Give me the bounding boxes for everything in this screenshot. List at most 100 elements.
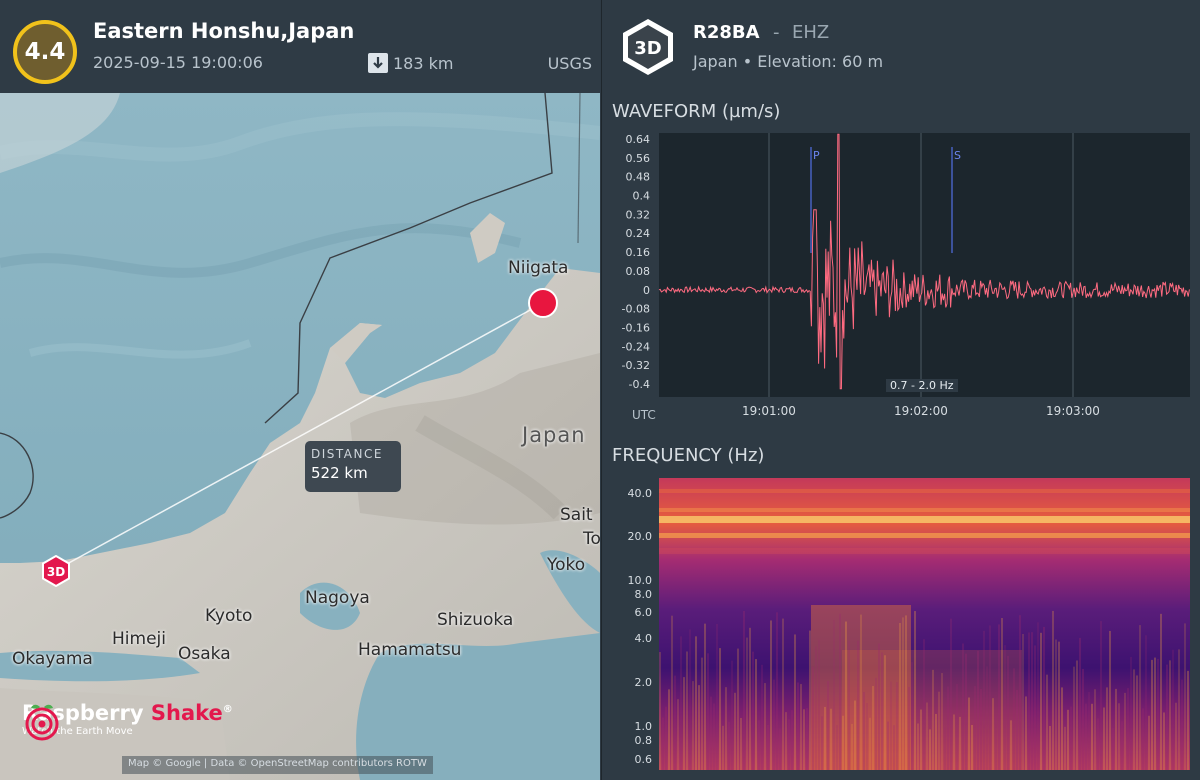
distance-tooltip: DISTANCE 522 km	[305, 441, 401, 492]
spectral-streak	[1163, 712, 1165, 770]
spectral-streak	[1055, 639, 1057, 770]
spectral-streak	[1028, 632, 1030, 770]
spectral-streak	[893, 725, 895, 770]
epicenter-marker[interactable]	[528, 288, 558, 318]
station-marker[interactable]: 3D	[40, 555, 72, 587]
spectrogram-y-ticks: 40.0 20.0 10.08.0 6.0 4.0 2.0 1.00.8 0.6	[628, 487, 653, 766]
spectral-streak	[1121, 721, 1123, 770]
arrow-down-icon	[368, 53, 388, 73]
y-tick-label: -0.32	[622, 359, 650, 372]
spectral-streak	[716, 623, 718, 770]
city-label: Osaka	[178, 644, 231, 664]
spectral-streak	[1082, 668, 1084, 770]
spectral-streak	[1013, 668, 1015, 770]
y-tick-label: 0.56	[626, 152, 651, 165]
spectral-streak	[965, 653, 967, 770]
map-attribution[interactable]: Map © Google | Data © OpenStreetMap cont…	[122, 756, 433, 774]
spectral-streak	[1067, 709, 1069, 770]
spectral-streak	[971, 724, 973, 770]
spectral-streak	[1124, 692, 1126, 770]
spectral-band	[659, 489, 1190, 493]
spectral-streak	[803, 709, 805, 770]
spectral-streak	[1064, 726, 1066, 770]
spectral-streak	[665, 706, 667, 770]
spectral-streak	[986, 666, 988, 770]
brand-logo: Raspberry Shake® Watch the Earth Move	[22, 701, 233, 741]
spectral-streak	[800, 684, 802, 770]
spectrogram-chart[interactable]: 40.0 20.0 10.08.0 6.0 4.0 2.0 1.00.8 0.6	[602, 470, 1200, 770]
spectral-streak	[890, 681, 892, 770]
spectral-streak	[1097, 718, 1099, 770]
spectral-streak	[968, 697, 970, 770]
spectral-streak	[875, 677, 877, 770]
filter-label: 0.7 - 2.0 Hz	[886, 379, 958, 392]
spectral-streak	[695, 636, 697, 770]
spectral-streak	[947, 686, 949, 770]
spectral-streak	[1187, 670, 1189, 770]
spectral-streak	[1058, 641, 1060, 770]
spectral-streak	[845, 621, 847, 770]
spectral-streak	[791, 710, 793, 770]
depth-value: 183 km	[393, 53, 454, 73]
spectral-streak	[740, 717, 742, 770]
spectral-streak	[836, 725, 838, 770]
spectral-band	[659, 516, 1190, 523]
spectral-streak	[869, 717, 871, 770]
spectral-streak	[662, 717, 664, 770]
station-panel: 3D R28BA - EHZ Japan • Elevation: 60 m W…	[601, 0, 1200, 780]
distance-value: 522 km	[311, 464, 368, 482]
spectral-streak	[920, 709, 922, 770]
spectral-streak	[1106, 687, 1108, 770]
spectral-streak	[848, 640, 850, 770]
raspberry-shake-icon	[25, 704, 59, 741]
spectral-streak	[1070, 706, 1072, 770]
spectral-streak	[896, 682, 898, 770]
x-tick-label: 19:02:00	[894, 404, 948, 418]
station-code: R28BA	[693, 22, 760, 43]
spectral-streak	[683, 677, 685, 770]
spectral-streak	[833, 620, 835, 770]
spectral-streak	[1175, 702, 1177, 770]
spectral-streak	[1151, 659, 1153, 770]
y-tick-label: -0.24	[622, 340, 650, 353]
waveform-x-ticks: 19:01:00 19:02:00 19:03:00	[742, 404, 1100, 418]
spectral-streak	[707, 653, 709, 770]
spectral-streak	[1004, 645, 1006, 770]
event-header[interactable]: 4.4 Eastern Honshu,Japan 2025-09-15 19:0…	[0, 0, 600, 93]
spectral-streak	[926, 702, 928, 770]
spectral-streak	[959, 716, 961, 770]
spectral-streak	[872, 686, 874, 770]
spectral-streak	[956, 683, 958, 770]
s-wave-label: S	[954, 149, 961, 162]
spectral-streak	[674, 675, 676, 770]
spectral-streak	[1073, 666, 1075, 770]
spectral-streak	[764, 683, 766, 770]
spectral-streak	[1145, 635, 1147, 770]
spectral-streak	[776, 612, 778, 770]
spectral-streak	[1178, 649, 1180, 770]
spectral-streak	[1166, 664, 1168, 770]
spectral-streak	[953, 714, 955, 770]
spectral-streak	[842, 715, 844, 770]
spectral-streak	[701, 657, 703, 770]
city-label: Niigata	[508, 258, 569, 278]
map-view[interactable]: Niigata Japan Sait To Yoko Kyoto Nagoya …	[0, 93, 600, 780]
spectral-streak	[1142, 708, 1144, 770]
city-label: Nagoya	[305, 588, 370, 608]
spectral-streak	[815, 646, 817, 770]
magnitude-value: 4.4	[24, 39, 66, 65]
spectral-streak	[932, 669, 934, 770]
spectral-streak	[830, 708, 832, 770]
spectral-streak	[722, 725, 724, 770]
spectral-streak	[743, 610, 745, 770]
y-tick-label: 0.64	[626, 133, 651, 146]
x-tick-label: 19:03:00	[1046, 404, 1100, 418]
station-badge-label: 3D	[634, 38, 661, 59]
spectral-streak	[1103, 707, 1105, 770]
spectral-streak	[989, 625, 991, 770]
x-axis-label: UTC	[632, 408, 656, 422]
spectral-streak	[824, 706, 826, 770]
spectral-streak	[917, 723, 919, 770]
spectral-streak	[1010, 720, 1012, 770]
y-tick-label: 40.0	[628, 487, 653, 500]
